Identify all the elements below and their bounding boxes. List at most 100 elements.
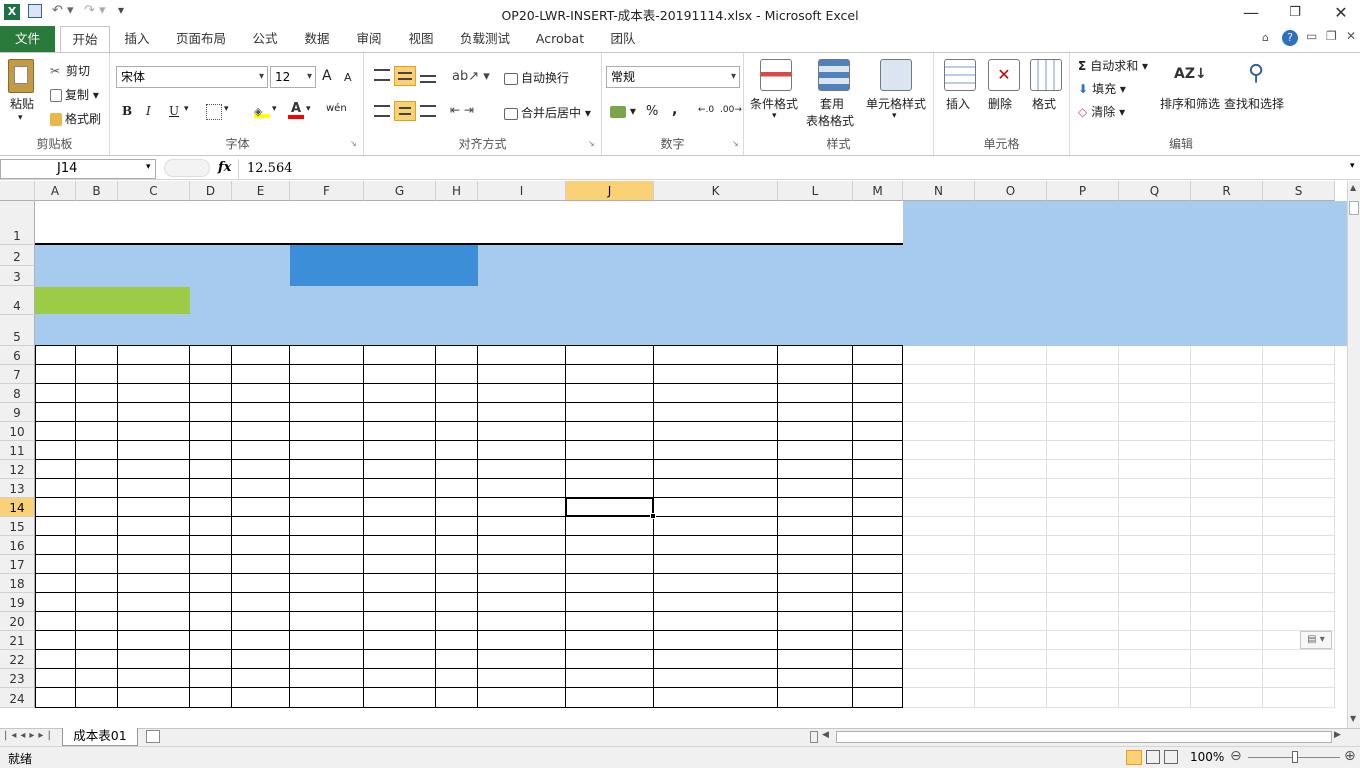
borders-icon[interactable] — [206, 104, 222, 120]
zoom-in-icon[interactable]: ⊕ — [1344, 748, 1356, 764]
format-table-label-1[interactable]: 套用 — [820, 95, 844, 112]
merge-center-button[interactable]: 合并后居中 ▾ — [504, 104, 591, 121]
column-header-m[interactable]: M — [853, 181, 903, 201]
vscroll-thumb[interactable] — [1349, 201, 1359, 215]
shrink-font-button[interactable]: A — [344, 71, 352, 84]
column-header-a[interactable]: A — [35, 181, 76, 201]
row-header-20[interactable]: 20 — [0, 612, 35, 631]
row-header-7[interactable]: 7 — [0, 365, 35, 384]
split-handle[interactable] — [810, 731, 818, 743]
row-header-22[interactable]: 22 — [0, 650, 35, 669]
format-cells-icon[interactable] — [1030, 59, 1062, 91]
row-header-21[interactable]: 21 — [0, 631, 35, 650]
format-table-label-2[interactable]: 表格格式 — [806, 112, 854, 129]
zoom-level[interactable]: 100% — [1190, 750, 1224, 764]
name-box[interactable]: J14 — [0, 159, 156, 179]
delete-cells-icon[interactable]: ✕ — [988, 59, 1020, 91]
minimize-ribbon-icon[interactable]: ⌂ — [1262, 31, 1269, 44]
align-bottom-icon[interactable] — [420, 75, 436, 83]
name-box-dropdown-icon[interactable]: ▾ — [146, 162, 151, 172]
column-header-g[interactable]: G — [364, 181, 436, 201]
conditional-formatting-icon[interactable] — [760, 59, 792, 91]
hscroll-thumb[interactable] — [836, 731, 1332, 743]
cut-button[interactable]: ✂ 剪切 — [50, 62, 90, 80]
formula-expand-dropdown-icon[interactable]: ▾ — [1350, 161, 1355, 171]
tab-page-layout[interactable]: 页面布局 — [166, 26, 236, 52]
tab-data[interactable]: 数据 — [294, 26, 340, 52]
fill-handle[interactable] — [650, 513, 656, 519]
row-header-23[interactable]: 23 — [0, 669, 35, 688]
scroll-up-icon[interactable]: ▲ — [1350, 183, 1356, 192]
paste-options-icon[interactable]: ▤ ▾ — [1300, 631, 1332, 649]
row-header-14[interactable]: 14 — [0, 498, 35, 517]
vertical-scrollbar[interactable]: ▲ ▼ — [1347, 181, 1360, 728]
column-header-p[interactable]: P — [1047, 181, 1119, 201]
row-header-16[interactable]: 16 — [0, 536, 35, 555]
tab-acrobat[interactable]: Acrobat — [528, 26, 592, 52]
help-icon[interactable]: ? — [1282, 30, 1298, 46]
comma-button[interactable]: , — [672, 102, 677, 118]
tab-home[interactable]: 开始 — [60, 26, 110, 53]
sort-filter-icon[interactable]: AZ↓ — [1174, 59, 1207, 91]
cell-styles-icon[interactable] — [880, 59, 912, 91]
zoom-slider-thumb[interactable] — [1292, 751, 1298, 763]
zoom-out-icon[interactable]: ⊖ — [1230, 748, 1242, 764]
bold-button[interactable]: B — [122, 104, 132, 118]
paste-dropdown-icon[interactable]: ▾ — [18, 113, 23, 123]
select-all-corner[interactable] — [0, 181, 35, 201]
formula-input[interactable]: 12.564 — [238, 159, 1348, 179]
selected-cell[interactable] — [565, 497, 654, 517]
align-middle-icon[interactable] — [394, 66, 416, 86]
format-as-table-icon[interactable] — [818, 59, 850, 91]
scroll-down-icon[interactable]: ▼ — [1350, 714, 1356, 723]
find-select-button[interactable]: 查找和选择 — [1224, 95, 1284, 112]
clear-button[interactable]: ◇ 清除 ▾ — [1078, 103, 1125, 120]
column-header-e[interactable]: E — [232, 181, 290, 201]
tab-team[interactable]: 团队 — [600, 26, 646, 52]
align-top-icon[interactable] — [374, 69, 390, 81]
underline-dropdown-icon[interactable]: ▾ — [184, 104, 189, 114]
page-break-view-icon[interactable] — [1164, 750, 1178, 764]
column-header-h[interactable]: H — [436, 181, 478, 201]
sort-filter-button[interactable]: 排序和筛选 — [1160, 95, 1220, 112]
insert-cells-icon[interactable] — [944, 59, 976, 91]
borders-dropdown-icon[interactable]: ▾ — [224, 104, 229, 114]
format-painter-button[interactable]: 格式刷 — [50, 110, 101, 127]
column-header-o[interactable]: O — [975, 181, 1047, 201]
conditional-formatting-button[interactable]: 条件格式 — [750, 95, 798, 112]
column-header-q[interactable]: Q — [1119, 181, 1191, 201]
align-left-icon[interactable] — [374, 105, 390, 117]
worksheet-grid[interactable]: ABCDEFGHIJKLMNOPQRS 1 2 3 4 5 6 7 8 9 10 11 12 13 14 1… — [0, 181, 1347, 728]
doc-close-icon[interactable]: ✕ — [1346, 29, 1356, 43]
doc-restore-icon[interactable]: ❐ — [1326, 29, 1337, 43]
tab-file[interactable]: 文件 — [0, 26, 55, 52]
paste-icon[interactable] — [8, 59, 34, 93]
row-header-12[interactable]: 12 — [0, 460, 35, 479]
insert-cells-button[interactable]: 插入 — [946, 95, 970, 112]
column-header-k[interactable]: K — [654, 181, 778, 201]
paste-button[interactable]: 粘贴 — [10, 95, 34, 112]
column-header-i[interactable]: I — [478, 181, 566, 201]
normal-view-icon[interactable] — [1126, 750, 1142, 765]
cond-dropdown-icon[interactable]: ▾ — [772, 111, 777, 121]
column-header-d[interactable]: D — [190, 181, 232, 201]
orientation-icon[interactable]: ab↗ ▾ — [452, 69, 490, 84]
grow-font-button[interactable]: A — [322, 68, 332, 84]
row-header-3[interactable]: 3 — [0, 266, 35, 286]
autosum-button[interactable]: Σ 自动求和 ▾ — [1078, 57, 1148, 74]
underline-button[interactable]: U — [169, 104, 179, 118]
page-layout-view-icon[interactable] — [1146, 750, 1160, 764]
number-format-select[interactable]: 常规 — [606, 66, 740, 88]
tab-view[interactable]: 视图 — [398, 26, 444, 52]
row-header-17[interactable]: 17 — [0, 555, 35, 574]
delete-cells-button[interactable]: 删除 — [988, 95, 1012, 112]
copy-button[interactable]: 复制 ▾ — [50, 86, 99, 103]
phonetic-button[interactable]: wén — [326, 103, 347, 114]
row-header-5[interactable]: 5 — [0, 315, 35, 346]
column-header-c[interactable]: C — [118, 181, 190, 201]
row-header-10[interactable]: 10 — [0, 422, 35, 441]
restore-button[interactable]: ❐ — [1272, 0, 1318, 26]
row-header-9[interactable]: 9 — [0, 403, 35, 422]
cell-styles-button[interactable]: 单元格样式 — [866, 95, 926, 112]
column-header-r[interactable]: R — [1191, 181, 1263, 201]
